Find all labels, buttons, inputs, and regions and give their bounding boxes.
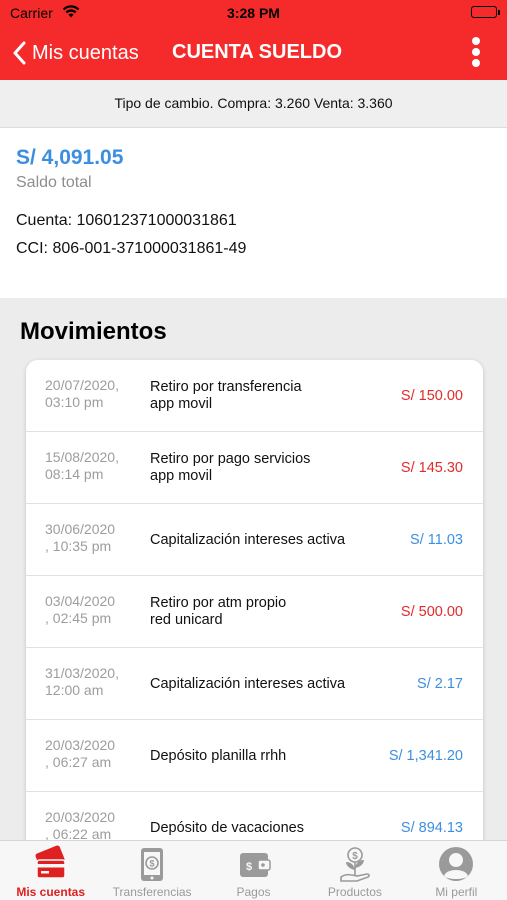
account-summary: S/ 4,091.05 Saldo total Cuenta: 10601237… <box>0 128 507 298</box>
movement-row[interactable]: 31/03/2020, 12:00 am Capitalización inte… <box>26 648 483 720</box>
back-button[interactable]: Mis cuentas <box>12 38 139 68</box>
movement-date: 03/04/2020 , 02:45 pm <box>45 593 116 626</box>
cards-icon <box>35 845 66 879</box>
movement-description: Retiro por transferencia app movil <box>150 379 302 412</box>
user-avatar-icon <box>439 847 474 881</box>
chevron-left-icon <box>13 41 26 65</box>
tab-label: Transferencias <box>112 885 192 899</box>
phone-transfer-icon: $ <box>141 848 164 881</box>
movements-title: Movimientos <box>20 318 167 345</box>
tab-mis-cuentas[interactable]: Mis cuentas <box>0 841 101 900</box>
tab-label: Mis cuentas <box>16 885 86 899</box>
movement-description: Retiro por atm propio red unicard <box>150 595 287 628</box>
movement-date: 31/03/2020, 12:00 am <box>45 665 119 698</box>
tab-productos[interactable]: $ Productos <box>304 841 405 900</box>
balance-label: Saldo total <box>16 174 92 191</box>
movement-amount: S/ 1,341.20 <box>388 748 463 764</box>
movement-date: 20/03/2020 , 06:22 am <box>45 809 116 840</box>
movement-date: 30/06/2020 , 10:35 pm <box>45 521 116 554</box>
more-options-icon[interactable] <box>469 37 483 69</box>
movement-description: Depósito planilla rrhh <box>150 747 287 764</box>
movement-description: Depósito de vacaciones <box>150 819 304 836</box>
money-plant-icon: $ <box>340 847 370 882</box>
status-bar: Carrier 3:28 PM <box>0 0 507 26</box>
account-balance: S/ 4,091.05 <box>16 146 124 169</box>
tab-mi-perfil[interactable]: Mi perfil <box>406 841 507 900</box>
wallet-icon: $ <box>239 853 271 877</box>
movement-row[interactable]: 15/08/2020, 08:14 pm Retiro por pago ser… <box>26 432 483 504</box>
nav-bar: Mis cuentas CUENTA SUELDO <box>0 26 507 80</box>
svg-text:$: $ <box>150 859 155 869</box>
tab-label: Productos <box>327 885 382 899</box>
movement-row[interactable]: 20/03/2020 , 06:22 am Depósito de vacaci… <box>26 792 483 840</box>
account-number: Cuenta: 106012371000031861 <box>16 212 237 229</box>
movement-description: Retiro por pago servicios app movil <box>150 451 311 484</box>
exchange-rate-bar: Tipo de cambio. Compra: 3.260 Venta: 3.3… <box>0 80 507 128</box>
movement-date: 20/03/2020 , 06:27 am <box>45 737 116 770</box>
movement-amount: S/ 894.13 <box>400 820 463 836</box>
movements-list[interactable]: 20/07/2020, 03:10 pm Retiro por transfer… <box>26 360 483 840</box>
tab-label: Mi perfil <box>435 885 478 899</box>
tab-label: Pagos <box>236 885 271 899</box>
movement-date: 20/07/2020, 03:10 pm <box>45 377 119 410</box>
battery-icon <box>471 6 500 18</box>
movement-row[interactable]: 30/06/2020 , 10:35 pm Capitalización int… <box>26 504 483 576</box>
movement-description: Capitalización intereses activa <box>150 675 346 692</box>
movement-amount: S/ 2.17 <box>417 676 463 692</box>
movement-row[interactable]: 20/03/2020 , 06:27 am Depósito planilla … <box>26 720 483 792</box>
movement-amount: S/ 11.03 <box>410 532 463 548</box>
back-label: Mis cuentas <box>32 41 139 64</box>
account-cci: CCI: 806-001-371000031861-49 <box>16 240 247 257</box>
page-title: CUENTA SUELDO <box>172 41 342 63</box>
movements-section: Movimientos 20/07/2020, 03:10 pm Retiro … <box>0 298 507 840</box>
movement-description: Capitalización intereses activa <box>150 531 346 548</box>
clock: 3:28 PM <box>227 5 280 21</box>
movement-amount: S/ 150.00 <box>400 388 463 404</box>
movement-amount: S/ 145.30 <box>400 460 463 476</box>
svg-text:$: $ <box>352 851 358 862</box>
tab-transferencias[interactable]: $ Transferencias <box>101 841 202 900</box>
tab-pagos[interactable]: $ Pagos <box>203 841 304 900</box>
movement-date: 15/08/2020, 08:14 pm <box>45 449 119 482</box>
movement-row[interactable]: 03/04/2020 , 02:45 pm Retiro por atm pro… <box>26 576 483 648</box>
movement-row[interactable]: 20/07/2020, 03:10 pm Retiro por transfer… <box>26 360 483 432</box>
movement-amount: S/ 500.00 <box>400 604 463 620</box>
exchange-rate-text: Tipo de cambio. Compra: 3.260 Venta: 3.3… <box>114 95 393 111</box>
svg-text:$: $ <box>245 861 251 873</box>
tab-bar: Mis cuentas $ Transferencias $ Pagos $ P… <box>0 840 507 900</box>
